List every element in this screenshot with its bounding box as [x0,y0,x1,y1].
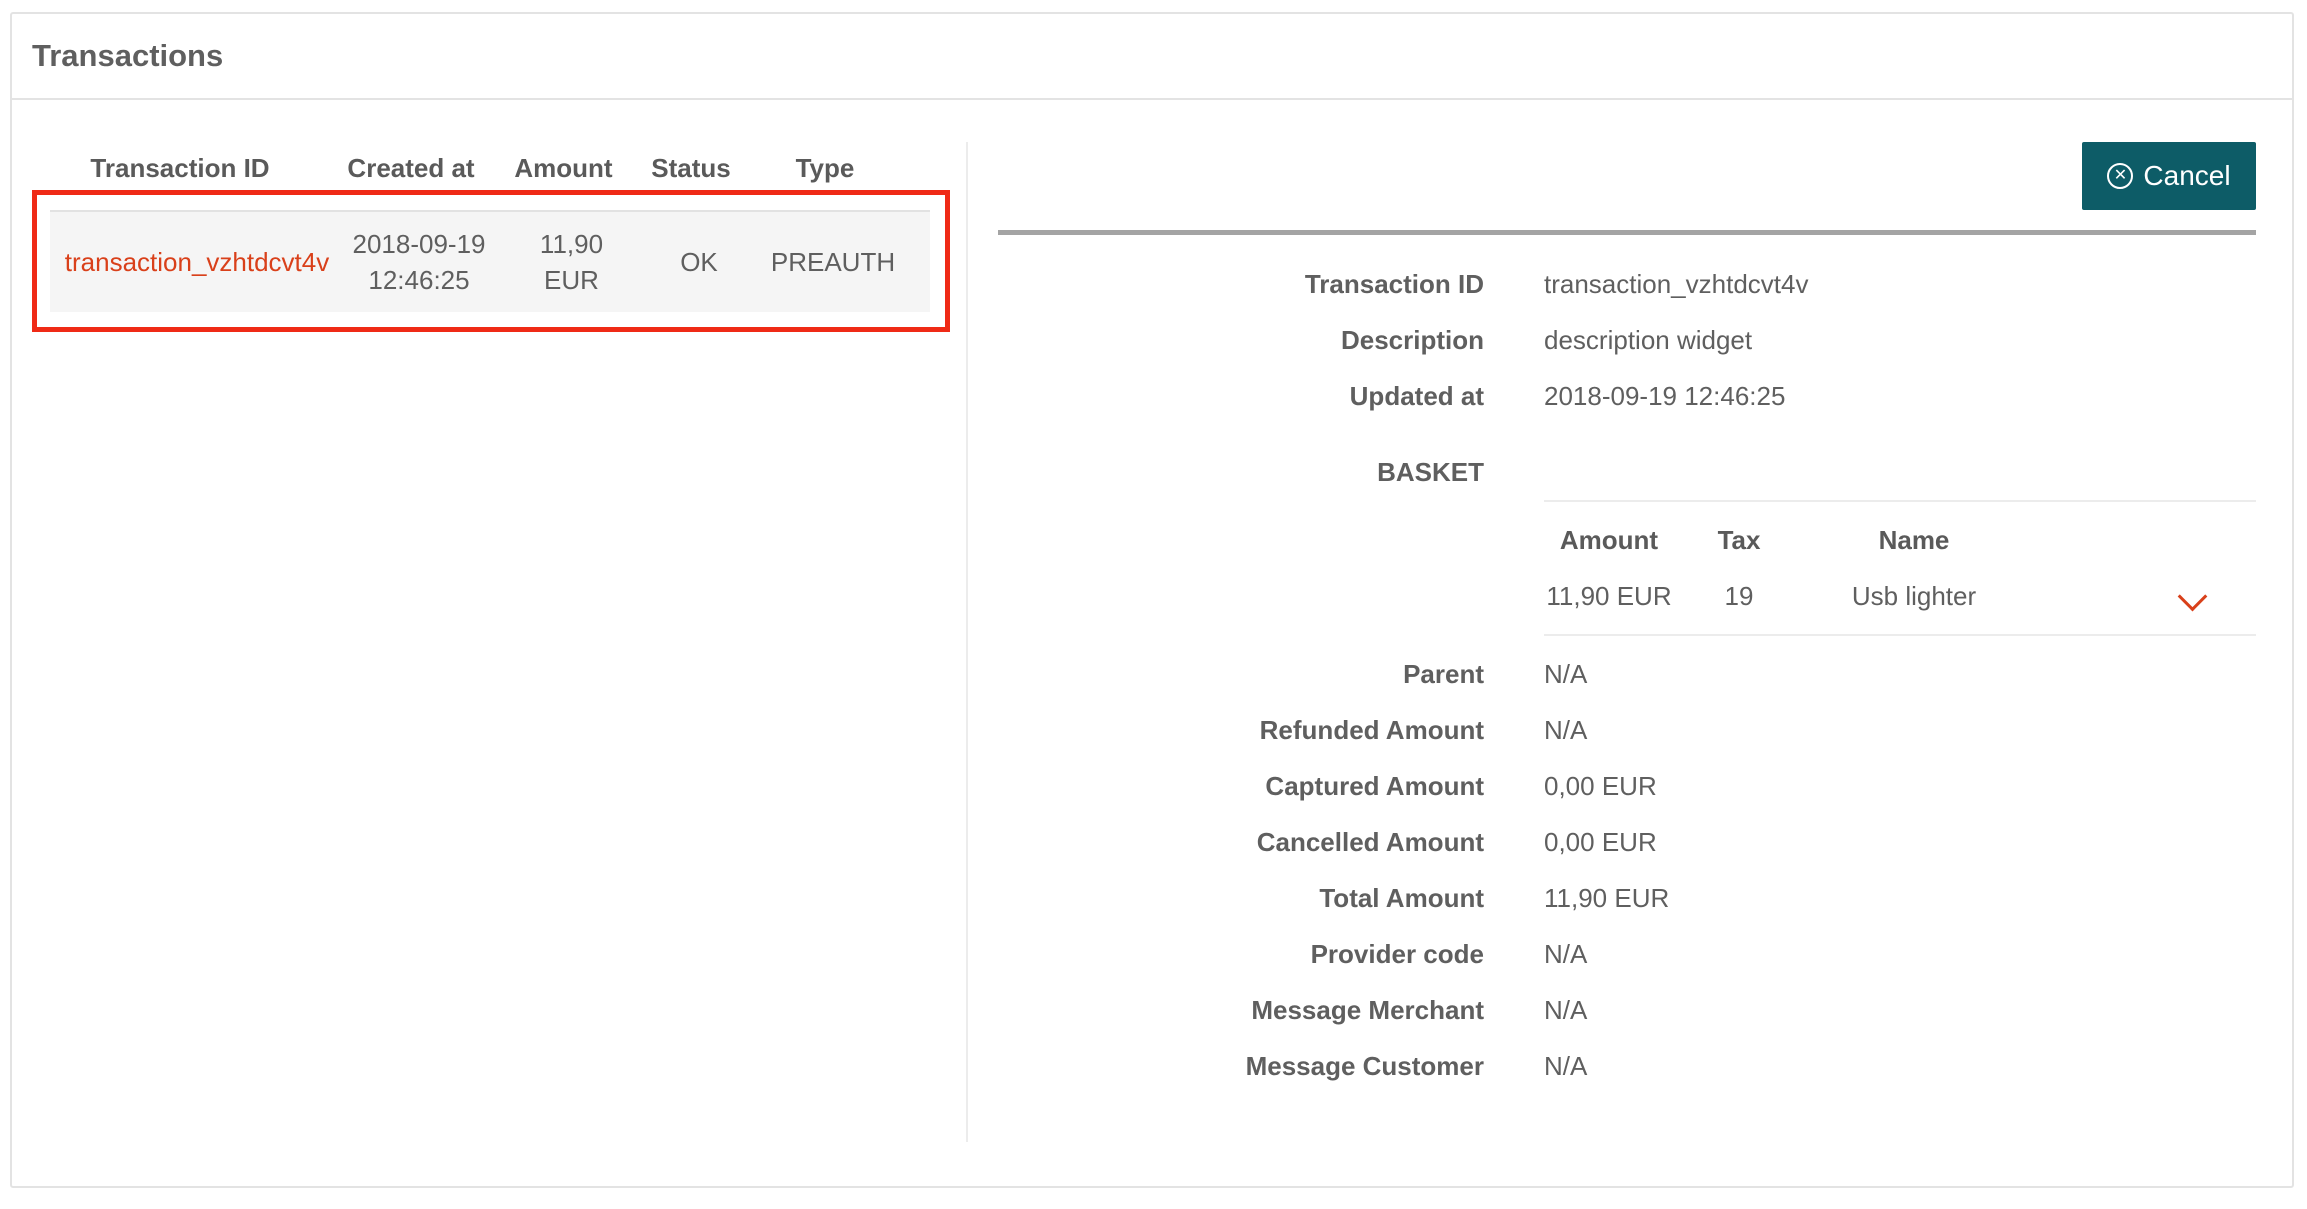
basket-top-border [1544,500,2256,502]
panel-title: Transactions [32,38,224,73]
column-header-type[interactable]: Type [741,153,909,190]
detail-row-parent: Parent N/A [998,654,1587,694]
detail-value: N/A [1544,994,1588,1025]
selected-row-highlight: transaction_vzhtdcvt4v 2018-09-19 12:46:… [32,190,950,332]
detail-value: 11,90 EUR [1544,882,1670,913]
circle-x-icon: ✕ [2107,163,2134,189]
status-cell: OK [680,247,718,277]
amount-cell: 11,90 EUR [494,226,649,298]
basket-item-name: Usb lighter [1851,580,1977,611]
detail-value: 0,00 EUR [1544,826,1657,857]
detail-value: N/A [1544,1050,1588,1081]
basket-column-amount: Amount [1559,524,1659,555]
type-cell: PREAUTH [770,247,896,277]
amount-value: 11,90 [539,229,604,259]
cancel-button[interactable]: ✕ Cancel [2082,142,2256,210]
detail-label: Total Amount [1319,882,1484,913]
detail-row-message-customer: Message Customer N/A [998,1046,1588,1086]
detail-row-refunded-amount: Refunded Amount N/A [998,710,1588,750]
detail-value: N/A [1544,938,1588,969]
detail-value: 2018-09-19 12:46:25 [1544,380,1786,411]
column-header-amount[interactable]: Amount [486,153,641,190]
detail-value: transaction_vzhtdcvt4v [1544,268,1809,299]
created-date: 2018-09-19 [352,229,486,259]
detail-row-transaction-id: Transaction ID transaction_vzhtdcvt4v [998,264,1809,304]
created-time: 12:46:25 [368,265,470,295]
detail-value: N/A [1544,714,1588,745]
transaction-id-link[interactable]: transaction_vzhtdcvt4v [65,247,329,277]
table-row[interactable]: transaction_vzhtdcvt4v 2018-09-19 12:46:… [50,210,930,312]
detail-label: Refunded Amount [1259,714,1484,745]
basket-label: BASKET [1377,456,1484,487]
detail-label: Description [1340,324,1484,355]
basket-column-name: Name [1878,524,1950,555]
detail-label: Parent [1403,658,1484,689]
detail-row-total-amount: Total Amount 11,90 EUR [998,878,1669,918]
detail-value: N/A [1544,658,1588,689]
basket-item-tax: 19 [1724,580,1754,611]
column-header-status[interactable]: Status [641,153,741,190]
detail-row-updated-at: Updated at 2018-09-19 12:46:25 [998,376,1786,416]
basket-column-tax: Tax [1717,524,1761,555]
column-header-transaction-id[interactable]: Transaction ID [24,153,336,190]
detail-label: Cancelled Amount [1256,826,1484,857]
basket-bottom-border [1544,634,2256,636]
detail-value: description widget [1544,324,1753,355]
detail-label: Provider code [1310,938,1484,969]
table-header: Transaction ID Created at Amount Status … [24,142,944,190]
basket-header: Amount Tax Name [1544,520,2256,560]
basket-item-row[interactable]: 11,90 EUR 19 Usb lighter [1544,576,2256,616]
vertical-divider [966,142,968,1142]
detail-label: Transaction ID [1304,268,1484,299]
detail-label: Message Merchant [1251,994,1484,1025]
detail-row-message-merchant: Message Merchant N/A [998,990,1587,1030]
detail-label: Updated at [1349,380,1484,411]
detail-row-captured-amount: Captured Amount 0,00 EUR [998,766,1657,806]
detail-value: 0,00 EUR [1544,770,1657,801]
detail-row-cancelled-amount: Cancelled Amount 0,00 EUR [998,822,1657,862]
detail-row-provider-code: Provider code N/A [998,934,1588,974]
detail-row-description: Description description widget [998,320,1752,360]
detail-label: Captured Amount [1265,770,1484,801]
column-header-created-at[interactable]: Created at [336,153,486,190]
panel-header: Transactions [12,14,2292,100]
created-at-cell: 2018-09-19 12:46:25 [344,226,494,298]
detail-row-basket: BASKET [998,452,1484,492]
detail-label: Message Customer [1245,1050,1484,1081]
cancel-button-label: Cancel [2143,160,2231,191]
amount-currency: EUR [544,265,599,295]
detail-divider [998,230,2256,235]
basket-item-amount: 11,90 EUR [1546,580,1672,611]
transactions-table: Transaction ID Created at Amount Status … [24,142,950,332]
